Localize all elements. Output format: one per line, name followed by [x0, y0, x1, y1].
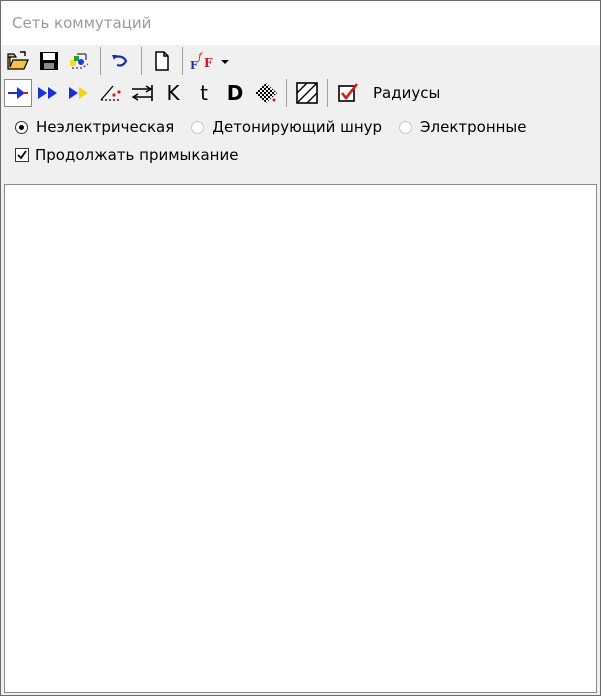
undo-button[interactable]: [107, 47, 135, 75]
checker-button[interactable]: [252, 79, 280, 107]
swap-arrows-button[interactable]: [128, 79, 156, 107]
drawing-canvas[interactable]: [4, 184, 597, 693]
d-label: D: [226, 81, 244, 105]
k-button[interactable]: K: [159, 79, 187, 107]
scatter-icon: [70, 53, 89, 69]
app-window: Сеть коммутаций F f F K t D Радиусы Неэл…: [0, 0, 601, 696]
radio-electronic-label[interactable]: Электронные: [420, 118, 526, 136]
continue-checkbox[interactable]: [15, 148, 29, 162]
hatch-icon: [296, 82, 318, 104]
double-blue-arrow-button[interactable]: [35, 79, 63, 107]
radius-check-button[interactable]: [334, 79, 362, 107]
undo-icon: [112, 55, 128, 67]
t-label: t: [200, 81, 208, 105]
new-document-button[interactable]: [148, 47, 176, 75]
toolbar-separator: [100, 47, 101, 75]
svg-text:F: F: [204, 56, 213, 70]
svg-text:F: F: [190, 59, 198, 72]
t-button[interactable]: t: [190, 79, 218, 107]
open-button[interactable]: [4, 47, 32, 75]
radio-nonelectric-label[interactable]: Неэлектрическая: [36, 118, 174, 136]
toolbar-row-1: F f F: [1, 45, 600, 77]
toolbar-row-2: K t D Радиусы: [1, 77, 600, 109]
type-radio-group: Неэлектрическая Детонирующий шнур Электр…: [15, 113, 600, 141]
scatter-button[interactable]: [66, 47, 94, 75]
toolbar-separator: [327, 79, 328, 107]
blue-yellow-arrow-button[interactable]: [66, 79, 94, 107]
window-title: Сеть коммутаций: [12, 14, 152, 32]
swap-arrows-icon: [131, 85, 153, 101]
double-blue-arrow-icon: [38, 87, 57, 99]
save-icon: [40, 52, 58, 70]
k-label: K: [166, 81, 180, 105]
hatch-button[interactable]: [293, 79, 321, 107]
continue-checkbox-row: Продолжать примыкание: [15, 141, 600, 169]
continue-checkbox-label[interactable]: Продолжать примыкание: [35, 146, 238, 164]
blue-arrow-icon: [8, 87, 28, 99]
toolbar-separator: [182, 47, 183, 75]
title-bar: Сеть коммутаций: [1, 1, 600, 45]
blue-arrow-button[interactable]: [4, 79, 32, 107]
svg-text:f: f: [197, 52, 204, 63]
open-folder-icon: [7, 51, 29, 70]
radio-nonelectric[interactable]: [15, 120, 28, 134]
d-button[interactable]: D: [221, 79, 249, 107]
angle-icon: [100, 85, 121, 101]
new-document-icon: [155, 51, 169, 71]
radio-detonating-cord[interactable]: [191, 120, 205, 134]
angle-button[interactable]: [97, 79, 125, 107]
checker-icon: [255, 83, 277, 103]
save-button[interactable]: [35, 47, 63, 75]
toolbar-separator: [286, 79, 287, 107]
radio-detonating-cord-label[interactable]: Детонирующий шнур: [212, 118, 382, 136]
checkmark-icon: [17, 150, 27, 160]
options-panel: Неэлектрическая Детонирующий шнур Электр…: [1, 113, 600, 169]
radius-label[interactable]: Радиусы: [373, 84, 440, 102]
checkbox-red-icon: [338, 83, 359, 102]
toolbar-separator: [141, 47, 142, 75]
radio-electronic[interactable]: [399, 120, 413, 134]
font-format-dropdown[interactable]: F f F: [189, 47, 231, 75]
font-format-icon: F f F: [190, 52, 229, 72]
blue-yellow-arrow-icon: [69, 87, 88, 99]
